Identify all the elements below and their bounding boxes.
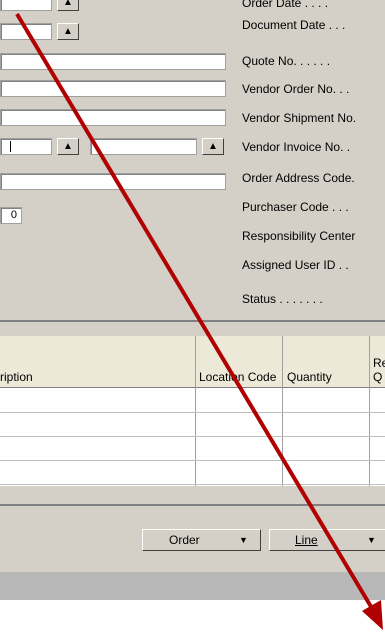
red-arrow-annotation: [15, 12, 383, 630]
arrow-head-icon: [362, 600, 383, 630]
arrow-shaft: [15, 12, 378, 617]
